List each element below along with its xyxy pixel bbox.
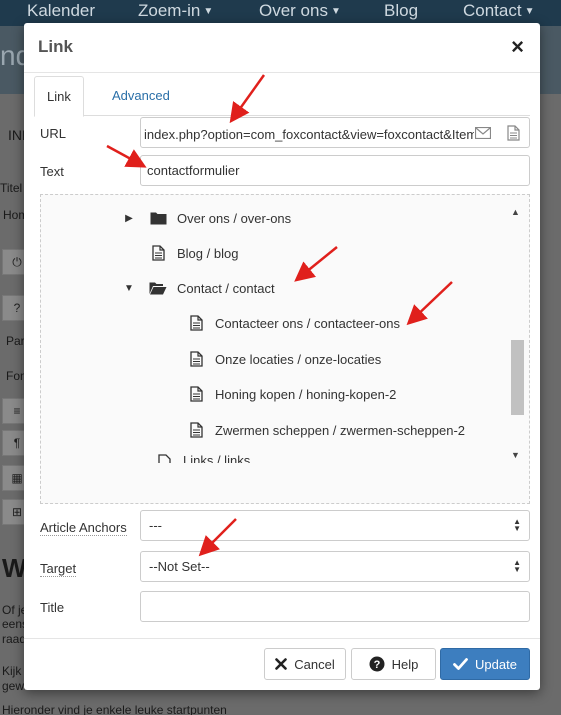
cancel-button[interactable]: Cancel bbox=[264, 648, 346, 680]
folder-open-icon bbox=[149, 279, 167, 297]
nav-item-blog[interactable]: Blog bbox=[384, 1, 418, 21]
dialog-header: Link × bbox=[24, 23, 540, 73]
check-icon bbox=[453, 658, 468, 670]
text-field[interactable]: contactformulier bbox=[140, 155, 530, 186]
tree-scrollbar[interactable]: ▲ ▼ bbox=[509, 205, 525, 460]
svg-text:?: ? bbox=[373, 659, 380, 671]
background-line-6: Hieronder vind je enkele leuke startpunt… bbox=[2, 703, 227, 715]
menu-tree: ▶ Over ons / over-ons Blog / blog ▼ Cont… bbox=[40, 194, 530, 504]
background-titel: Titel bbox=[0, 181, 23, 195]
background-line-3: raad bbox=[2, 632, 27, 646]
scroll-thumb[interactable] bbox=[511, 340, 524, 415]
nav-item-zoem-in[interactable]: Zoem-in ▼ bbox=[138, 1, 213, 21]
tab-advanced[interactable]: Advanced bbox=[100, 76, 182, 116]
question-circle-icon: ? bbox=[369, 656, 385, 672]
tree-item-links[interactable]: Links / links bbox=[155, 453, 250, 463]
tree-item-blog[interactable]: Blog / blog bbox=[149, 241, 238, 265]
select-arrows-icon: ▲ ▼ bbox=[513, 517, 521, 533]
scroll-up-icon[interactable]: ▲ bbox=[511, 207, 520, 217]
url-label: URL bbox=[40, 126, 67, 141]
envelope-icon[interactable] bbox=[474, 123, 492, 143]
file-icon bbox=[155, 453, 173, 463]
title-field[interactable] bbox=[140, 591, 530, 622]
tab-link[interactable]: Link bbox=[34, 76, 84, 117]
tree-item-over-ons[interactable]: ▶ Over ons / over-ons bbox=[123, 206, 291, 230]
dialog-title: Link bbox=[38, 37, 73, 56]
title-label: Title bbox=[40, 600, 65, 615]
target-label: Target bbox=[40, 561, 77, 577]
close-icon bbox=[275, 658, 288, 670]
file-icon bbox=[187, 314, 205, 332]
dialog-footer-divider bbox=[24, 638, 540, 639]
target-select[interactable]: --Not Set-- ▲ ▼ bbox=[140, 551, 530, 582]
collapse-arrow-icon[interactable]: ▼ bbox=[123, 283, 135, 294]
tree-item-contacteer-ons[interactable]: Contacteer ons / contacteer-ons bbox=[187, 311, 400, 335]
expand-arrow-icon[interactable]: ▶ bbox=[123, 213, 135, 224]
text-label: Text bbox=[40, 164, 64, 179]
nav-item-over-ons[interactable]: Over ons ▼ bbox=[259, 1, 341, 21]
nav-item-kalender[interactable]: Kalender bbox=[27, 1, 95, 21]
file-icon bbox=[187, 350, 205, 368]
help-button[interactable]: ? Help bbox=[351, 648, 436, 680]
tree-item-zwermen-scheppen[interactable]: Zwermen scheppen / zwermen-scheppen-2 bbox=[187, 418, 465, 442]
update-button[interactable]: Update bbox=[440, 648, 530, 680]
select-arrows-icon: ▲ ▼ bbox=[513, 558, 521, 574]
folder-icon bbox=[149, 209, 167, 227]
close-icon[interactable]: × bbox=[511, 36, 524, 58]
file-icon bbox=[149, 244, 167, 262]
url-value: index.php?option=com_foxcontact&view=fox… bbox=[144, 127, 474, 142]
file-icon bbox=[187, 421, 205, 439]
link-dialog: Link × Link Advanced URL index.php?optio… bbox=[24, 23, 540, 690]
dialog-tabs: Link Advanced bbox=[34, 76, 530, 117]
file-icon bbox=[187, 385, 205, 403]
nav-item-contact[interactable]: Contact ▼ bbox=[463, 1, 535, 21]
article-anchors-select[interactable]: --- ▲ ▼ bbox=[140, 510, 530, 541]
scroll-down-icon[interactable]: ▼ bbox=[511, 450, 520, 460]
tree-item-honing-kopen[interactable]: Honing kopen / honing-kopen-2 bbox=[187, 382, 396, 406]
tree-item-onze-locaties[interactable]: Onze locaties / onze-locaties bbox=[187, 347, 381, 371]
tree-item-contact[interactable]: ▼ Contact / contact bbox=[123, 276, 275, 300]
article-anchors-label: Article Anchors bbox=[40, 520, 127, 536]
file-icon[interactable] bbox=[504, 123, 522, 143]
